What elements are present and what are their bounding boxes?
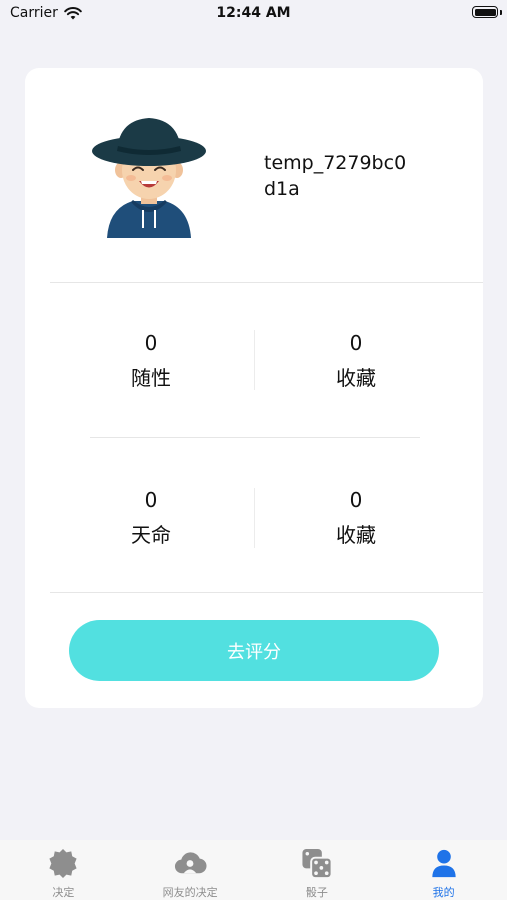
tab-mine[interactable]: 我的 [380, 840, 507, 900]
tab-label: 网友的决定 [162, 886, 218, 899]
tab-label: 我的 [432, 886, 455, 899]
tab-bar: 决定 网友的决定 骰子 我的 [0, 840, 507, 900]
tab-label: 骰子 [305, 886, 328, 899]
stat-suixing[interactable]: 0 随性 [71, 331, 231, 391]
status-time: 12:44 AM [216, 5, 291, 21]
tab-label: 决定 [52, 886, 75, 899]
stat-value: 0 [144, 488, 158, 512]
stat-favorites[interactable]: 0 收藏 [276, 331, 436, 391]
tab-decide[interactable]: 决定 [0, 840, 127, 900]
profile-card: temp_7279bc0d1a 0 随性 0 收藏 0 天命 0 收藏 去评分 [25, 68, 483, 708]
cloud-user-icon [175, 852, 207, 874]
stat-label: 收藏 [336, 523, 376, 547]
tab-netizen-decisions[interactable]: 网友的决定 [127, 840, 254, 900]
divider [50, 592, 483, 593]
stat-tianming[interactable]: 0 天命 [71, 488, 231, 548]
cartoon-avatar-icon[interactable] [91, 114, 207, 238]
stat-label: 天命 [131, 523, 171, 547]
stat-favorites-2[interactable]: 0 收藏 [276, 488, 436, 548]
status-bar: Carrier 12:44 AM [0, 0, 507, 30]
rate-button[interactable]: 去评分 [69, 620, 439, 681]
divider [90, 437, 420, 438]
stat-separator [254, 488, 255, 548]
badge-icon [49, 848, 77, 879]
dice-icon [302, 848, 333, 880]
username: temp_7279bc0d1a [264, 152, 407, 200]
stat-separator [254, 330, 255, 390]
person-icon [431, 849, 456, 878]
stat-value: 0 [144, 331, 158, 355]
divider [50, 282, 483, 283]
stat-label: 随性 [131, 366, 171, 390]
stat-value: 0 [349, 488, 363, 512]
battery-icon [472, 6, 498, 18]
battery-cap [500, 10, 502, 15]
tab-dice[interactable]: 骰子 [254, 840, 381, 900]
stat-label: 收藏 [336, 366, 376, 390]
stat-value: 0 [349, 331, 363, 355]
